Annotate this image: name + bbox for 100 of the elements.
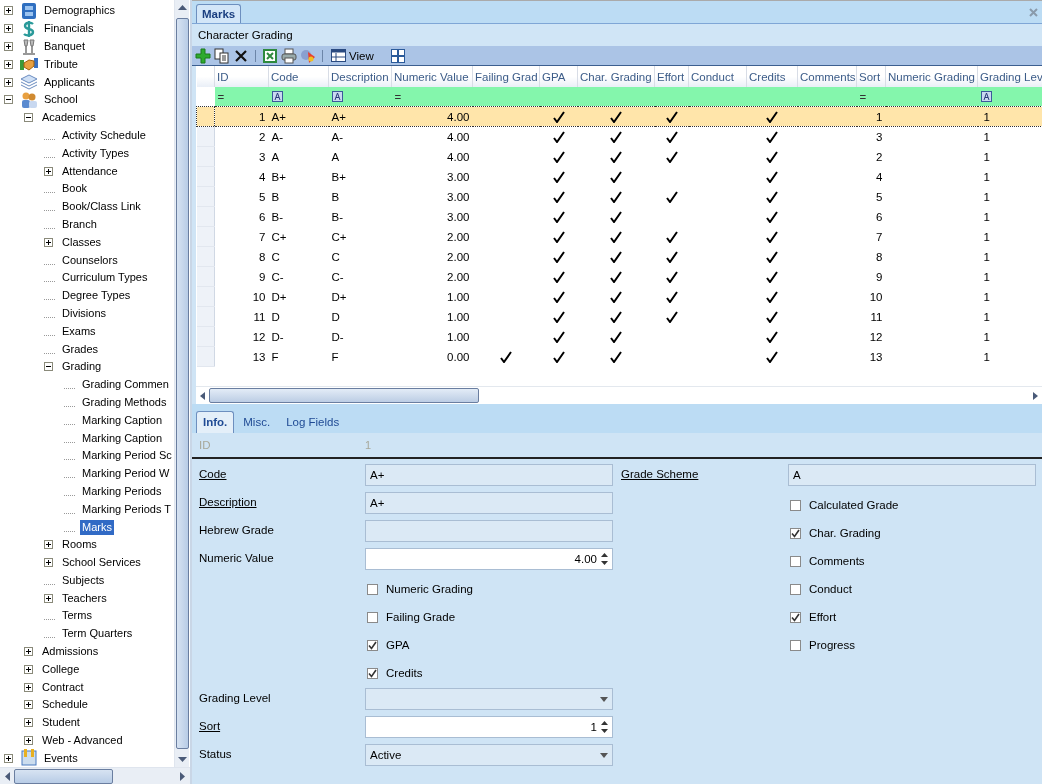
tree-item[interactable]: Contract	[40, 679, 86, 695]
column-header[interactable]: Failing Grad	[472, 66, 540, 87]
view-button[interactable]: View	[329, 49, 376, 62]
expand-icon[interactable]	[44, 558, 53, 568]
checkbox[interactable]	[790, 555, 801, 567]
expand-icon[interactable]	[4, 42, 13, 51]
tree-item[interactable]: Financials	[42, 21, 96, 37]
text-field[interactable]: A	[788, 464, 1036, 486]
checkbox[interactable]	[367, 583, 378, 595]
tree-item[interactable]: Branch	[60, 216, 99, 232]
tree-item[interactable]: Counselors	[60, 252, 120, 268]
tree-item[interactable]: Marking Periods	[80, 483, 164, 499]
checkbox[interactable]	[790, 639, 801, 651]
checkbox[interactable]	[367, 667, 378, 679]
expand-icon[interactable]	[4, 77, 13, 87]
expand-icon[interactable]	[44, 166, 53, 176]
tree-item[interactable]: Demographics	[42, 3, 117, 19]
text-filter-icon[interactable]	[331, 91, 343, 102]
add-icon[interactable]	[195, 47, 211, 64]
tree-item[interactable]: Applicants	[42, 74, 97, 90]
tree-item[interactable]: School	[42, 92, 80, 108]
tree-item[interactable]: Web - Advanced	[40, 733, 125, 749]
horizontal-scrollbar[interactable]	[0, 767, 190, 784]
tree-item[interactable]: Grading Methods	[80, 394, 169, 410]
tree-item[interactable]: College	[40, 661, 82, 677]
number-field[interactable]: 4.00	[365, 548, 613, 570]
tree-item[interactable]: Exams	[60, 323, 98, 339]
column-header[interactable]: Description	[328, 66, 392, 87]
copy-icon[interactable]	[214, 47, 230, 64]
checkbox[interactable]	[790, 499, 801, 511]
tree-item[interactable]: Rooms	[60, 537, 99, 553]
checkbox[interactable]	[790, 583, 801, 595]
grid-icon[interactable]	[390, 48, 405, 63]
tree-item[interactable]: Academics	[40, 110, 98, 126]
text-field[interactable]: A+	[365, 464, 613, 486]
text-field[interactable]: A+	[365, 492, 613, 514]
expand-icon[interactable]	[4, 59, 13, 69]
tree-item[interactable]: Marking Period Sc	[80, 448, 174, 464]
column-header[interactable]: Comments	[797, 66, 857, 87]
collapse-icon[interactable]	[24, 113, 33, 123]
checkbox[interactable]	[790, 611, 801, 623]
tree-item[interactable]: Teachers	[60, 590, 109, 606]
tree-item[interactable]: Admissions	[40, 644, 101, 660]
tree-item[interactable]: Marking Caption	[80, 430, 165, 446]
column-header[interactable]: GPA	[539, 66, 578, 87]
tree-item[interactable]: Degree Types	[60, 288, 133, 304]
column-header[interactable]: Effort	[654, 66, 689, 87]
horizontal-scrollbar[interactable]	[196, 386, 1042, 404]
scrollbar-thumb[interactable]	[14, 768, 113, 784]
expand-icon[interactable]	[4, 24, 13, 34]
expand-icon[interactable]	[24, 700, 33, 710]
scroll-up-icon[interactable]	[177, 4, 187, 10]
expand-icon[interactable]	[24, 647, 33, 657]
scroll-left-icon[interactable]	[200, 391, 205, 400]
document-tab[interactable]: Marks	[196, 4, 242, 23]
text-filter-icon[interactable]	[271, 91, 283, 102]
tree-item[interactable]: Attendance	[60, 163, 120, 179]
checkbox[interactable]	[367, 611, 378, 623]
expand-icon[interactable]	[24, 718, 33, 728]
form-tab[interactable]: Info.	[196, 411, 235, 433]
print-icon[interactable]	[281, 47, 297, 64]
spreadsheet-icon[interactable]	[262, 47, 278, 64]
tree-item[interactable]: Schedule	[40, 697, 90, 713]
checkbox[interactable]	[367, 639, 378, 651]
filter-operator[interactable]: =	[394, 90, 402, 103]
expand-icon[interactable]	[4, 753, 13, 763]
expand-icon[interactable]	[44, 540, 53, 550]
expand-icon[interactable]	[24, 664, 33, 674]
expand-icon[interactable]	[44, 237, 53, 247]
tree-item[interactable]: Student	[40, 715, 82, 731]
tree-item[interactable]: Classes	[60, 234, 104, 250]
tree-item[interactable]: Activity Schedule	[60, 127, 148, 143]
collapse-icon[interactable]	[4, 95, 13, 105]
tree-item[interactable]: Marks	[80, 519, 114, 535]
tree-item[interactable]: Terms	[60, 608, 94, 624]
spinner-icon[interactable]	[601, 553, 608, 565]
expand-icon[interactable]	[44, 593, 53, 603]
tree-item[interactable]: Book	[60, 181, 90, 197]
row-selector[interactable]	[196, 106, 215, 127]
column-header[interactable]: Numeric Grading	[885, 66, 978, 87]
scroll-left-icon[interactable]	[4, 771, 10, 781]
tree-item[interactable]: Subjects	[60, 572, 107, 588]
caret-icon[interactable]	[600, 696, 608, 702]
number-field[interactable]: 1	[365, 716, 613, 738]
column-header[interactable]: Code	[268, 66, 329, 87]
checkbox[interactable]	[790, 527, 801, 539]
expand-icon[interactable]	[4, 6, 13, 16]
filter-operator[interactable]: =	[859, 90, 867, 103]
tree-item[interactable]: Activity Types	[60, 145, 132, 161]
tree-item[interactable]: Marking Period W	[80, 466, 172, 482]
scroll-down-icon[interactable]	[177, 757, 187, 763]
text-field[interactable]	[365, 520, 613, 542]
form-tab[interactable]: Misc.	[236, 411, 278, 433]
tree-item[interactable]: Events	[42, 750, 80, 766]
text-filter-icon[interactable]	[980, 91, 992, 102]
tree-item[interactable]: Divisions	[60, 305, 108, 321]
column-header[interactable]: Credits	[746, 66, 798, 87]
scroll-right-icon[interactable]	[180, 771, 186, 781]
scroll-right-icon[interactable]	[1033, 391, 1038, 400]
tree-item[interactable]: Banquet	[42, 39, 87, 54]
